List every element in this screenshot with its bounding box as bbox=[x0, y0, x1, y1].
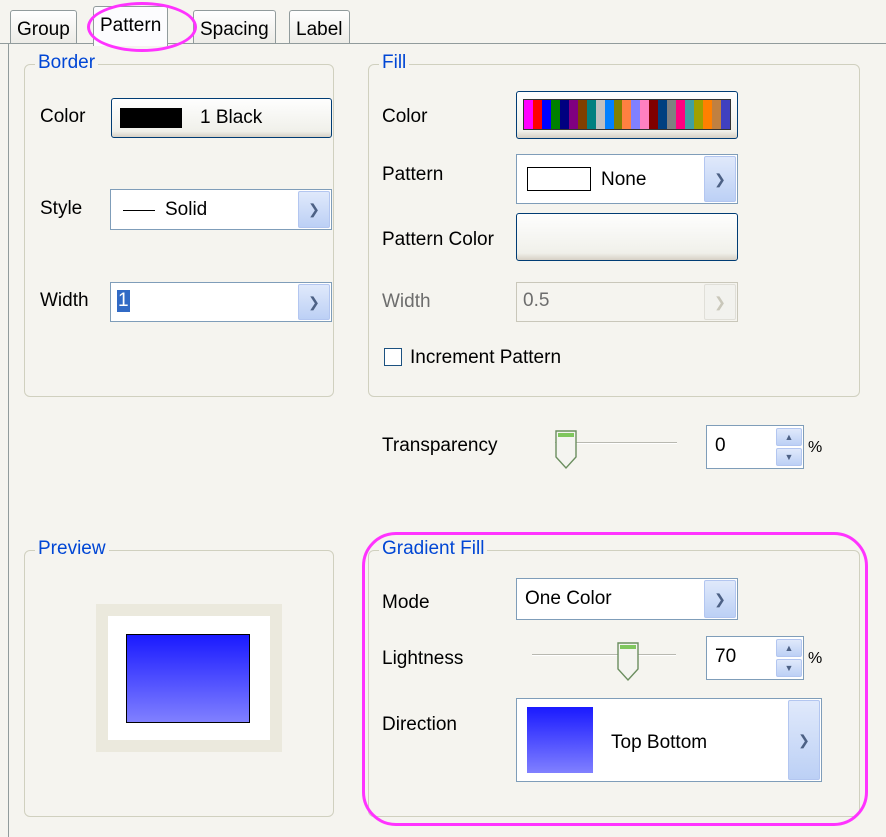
fill-pattern-value: None bbox=[601, 169, 647, 190]
tab-group-label: Group bbox=[17, 19, 70, 40]
tab-label[interactable]: Label bbox=[289, 10, 350, 44]
transparency-value: 0 bbox=[715, 435, 726, 456]
direction-label: Direction bbox=[382, 714, 457, 735]
chevron-down-icon[interactable]: ❯ bbox=[704, 284, 736, 320]
palette-color-cell bbox=[550, 100, 560, 129]
transparency-slider[interactable] bbox=[555, 428, 677, 470]
slider-thumb[interactable] bbox=[617, 642, 640, 682]
preview-frame bbox=[96, 604, 282, 752]
lightness-label: Lightness bbox=[382, 648, 464, 669]
palette-color-cell bbox=[640, 100, 650, 129]
direction-gradient-swatch bbox=[527, 707, 593, 773]
border-style-combo[interactable]: Solid ❯ bbox=[110, 189, 332, 230]
solid-line-icon bbox=[123, 210, 155, 211]
lightness-slider[interactable] bbox=[532, 640, 676, 682]
palette-color-cell bbox=[524, 100, 533, 129]
transparency-unit: % bbox=[808, 439, 823, 456]
border-style-label: Style bbox=[40, 198, 83, 219]
border-width-value: 1 bbox=[117, 290, 130, 312]
spin-down-icon[interactable]: ▼ bbox=[776, 659, 802, 677]
gradient-mode-combo[interactable]: One Color ❯ bbox=[516, 578, 738, 620]
palette-color-cell bbox=[595, 100, 605, 129]
palette-color-cell bbox=[720, 100, 730, 129]
chevron-down-icon[interactable]: ❯ bbox=[788, 700, 820, 780]
fill-color-label: Color bbox=[382, 106, 428, 127]
pattern-tab-highlight bbox=[87, 2, 197, 52]
border-color-value: 1 Black bbox=[200, 107, 263, 128]
palette-color-cell bbox=[676, 100, 686, 129]
pattern-color-button[interactable] bbox=[516, 213, 738, 261]
border-color-swatch bbox=[120, 108, 182, 128]
tab-label-label: Label bbox=[296, 19, 343, 40]
spin-buttons[interactable]: ▲ ▼ bbox=[776, 638, 802, 678]
palette-color-cell bbox=[568, 100, 578, 129]
transparency-spinner[interactable]: 0 ▲ ▼ bbox=[706, 425, 804, 469]
spin-up-icon[interactable]: ▲ bbox=[776, 428, 802, 446]
palette-color-cell bbox=[685, 100, 695, 129]
palette-color-cell bbox=[622, 100, 632, 129]
slider-thumb[interactable] bbox=[555, 430, 577, 470]
chevron-down-icon[interactable]: ❯ bbox=[704, 156, 736, 202]
palette-color-cell bbox=[658, 100, 668, 129]
border-color-button[interactable]: 1 Black bbox=[111, 98, 332, 138]
border-style-value: Solid bbox=[165, 199, 208, 220]
transparency-label: Transparency bbox=[382, 435, 498, 456]
fill-width-combo[interactable]: 0.5 ❯ bbox=[516, 282, 738, 322]
gradient-mode-label: Mode bbox=[382, 592, 430, 613]
lightness-value: 70 bbox=[715, 646, 737, 667]
pattern-swatch bbox=[527, 167, 591, 191]
palette-color-cell bbox=[532, 100, 542, 129]
palette-color-cell bbox=[559, 100, 569, 129]
border-width-label: Width bbox=[40, 290, 89, 311]
slider-track bbox=[532, 654, 676, 656]
chevron-down-icon[interactable]: ❯ bbox=[704, 580, 736, 618]
palette-color-cell bbox=[586, 100, 596, 129]
palette-color-cell bbox=[694, 100, 704, 129]
border-color-label: Color bbox=[40, 106, 86, 127]
fill-pattern-label: Pattern bbox=[382, 164, 444, 185]
tab-spacing[interactable]: Spacing bbox=[193, 10, 276, 44]
spin-down-icon[interactable]: ▼ bbox=[776, 448, 802, 466]
pattern-color-label: Pattern Color bbox=[382, 229, 494, 250]
gradient-mode-value: One Color bbox=[525, 588, 612, 609]
preview-group-title: Preview bbox=[35, 538, 109, 560]
fill-group-title: Fill bbox=[379, 52, 410, 74]
preview-canvas bbox=[108, 616, 270, 740]
palette-color-cell bbox=[703, 100, 713, 129]
palette-color-cell bbox=[577, 100, 587, 129]
palette-color-cell bbox=[613, 100, 623, 129]
spin-buttons[interactable]: ▲ ▼ bbox=[776, 427, 802, 467]
palette-color-cell bbox=[667, 100, 677, 129]
color-palette-strip bbox=[523, 99, 731, 130]
border-width-combo[interactable]: 1 ❯ bbox=[110, 282, 332, 322]
lightness-spinner[interactable]: 70 ▲ ▼ bbox=[706, 636, 804, 680]
fill-width-value: 0.5 bbox=[523, 290, 550, 311]
preview-gradient-box bbox=[126, 634, 250, 723]
fill-pattern-combo[interactable]: None ❯ bbox=[516, 154, 738, 204]
palette-color-cell bbox=[604, 100, 614, 129]
direction-value: Top Bottom bbox=[611, 732, 708, 753]
palette-color-cell bbox=[712, 100, 721, 129]
chevron-down-icon[interactable]: ❯ bbox=[298, 191, 330, 228]
direction-combo[interactable]: Top Bottom ❯ bbox=[516, 698, 822, 782]
border-group-title: Border bbox=[35, 52, 99, 74]
increment-pattern-label: Increment Pattern bbox=[410, 347, 562, 368]
palette-color-cell bbox=[631, 100, 641, 129]
fill-width-label: Width bbox=[382, 291, 431, 312]
tab-spacing-label: Spacing bbox=[200, 19, 269, 40]
tab-group[interactable]: Group bbox=[10, 10, 77, 44]
fill-color-button[interactable] bbox=[516, 91, 738, 139]
increment-pattern-checkbox[interactable] bbox=[384, 348, 402, 366]
palette-color-cell bbox=[541, 100, 551, 129]
gradient-fill-title: Gradient Fill bbox=[379, 538, 488, 560]
spin-up-icon[interactable]: ▲ bbox=[776, 639, 802, 657]
palette-color-cell bbox=[649, 100, 659, 129]
chevron-down-icon[interactable]: ❯ bbox=[298, 284, 330, 320]
lightness-unit: % bbox=[808, 650, 823, 667]
